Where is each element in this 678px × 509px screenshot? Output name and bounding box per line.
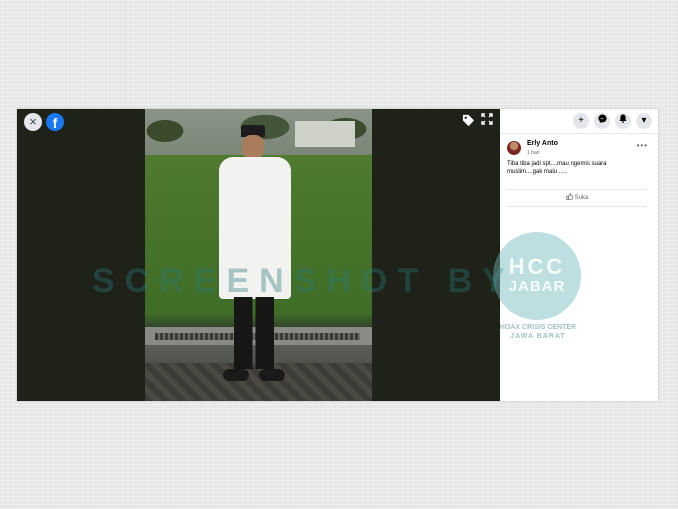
- post-divider-bottom: [507, 206, 647, 207]
- person-shoe-left: [223, 369, 249, 381]
- close-icon[interactable]: ×: [24, 113, 42, 131]
- hcc-logo-text: HCC: [508, 254, 566, 279]
- like-label: Suka: [574, 195, 589, 201]
- like-button[interactable]: Suka: [507, 191, 647, 205]
- more-options-icon[interactable]: •••: [637, 141, 648, 150]
- avatar[interactable]: [507, 141, 521, 155]
- panel-divider: [500, 133, 658, 134]
- person-face: [242, 135, 264, 159]
- post-text: Tiba tiba jadi spt....mau ngemis suara m…: [507, 161, 607, 175]
- panel-top-buttons: + ▾: [573, 113, 652, 129]
- jabar-logo-text: JABAR: [508, 278, 566, 295]
- tag-icon[interactable]: [462, 114, 476, 128]
- person-pants: [234, 297, 274, 369]
- photo-building: [295, 121, 355, 147]
- post-author[interactable]: Erly Anto: [527, 140, 558, 147]
- hoax-crisis-center-label: HOAX CRISIS CENTER: [499, 324, 577, 331]
- media-viewer[interactable]: × f: [17, 109, 500, 401]
- watermark-text: SCREENSHOT BY: [92, 262, 515, 300]
- expand-icon[interactable]: [481, 113, 495, 127]
- photo-person: [215, 125, 295, 395]
- jawa-barat-label: JAWA BARAT: [510, 333, 566, 340]
- add-icon[interactable]: +: [573, 113, 589, 129]
- post-timestamp[interactable]: 1 hari: [527, 150, 540, 156]
- messenger-icon[interactable]: [594, 113, 610, 129]
- facebook-logo-icon[interactable]: f: [46, 113, 64, 131]
- thumbs-up-icon: [566, 193, 573, 200]
- post-photo: [145, 109, 372, 401]
- post-divider: [507, 189, 647, 190]
- account-menu-icon[interactable]: ▾: [636, 113, 652, 129]
- notifications-icon[interactable]: [615, 113, 631, 129]
- person-shoe-right: [259, 369, 285, 381]
